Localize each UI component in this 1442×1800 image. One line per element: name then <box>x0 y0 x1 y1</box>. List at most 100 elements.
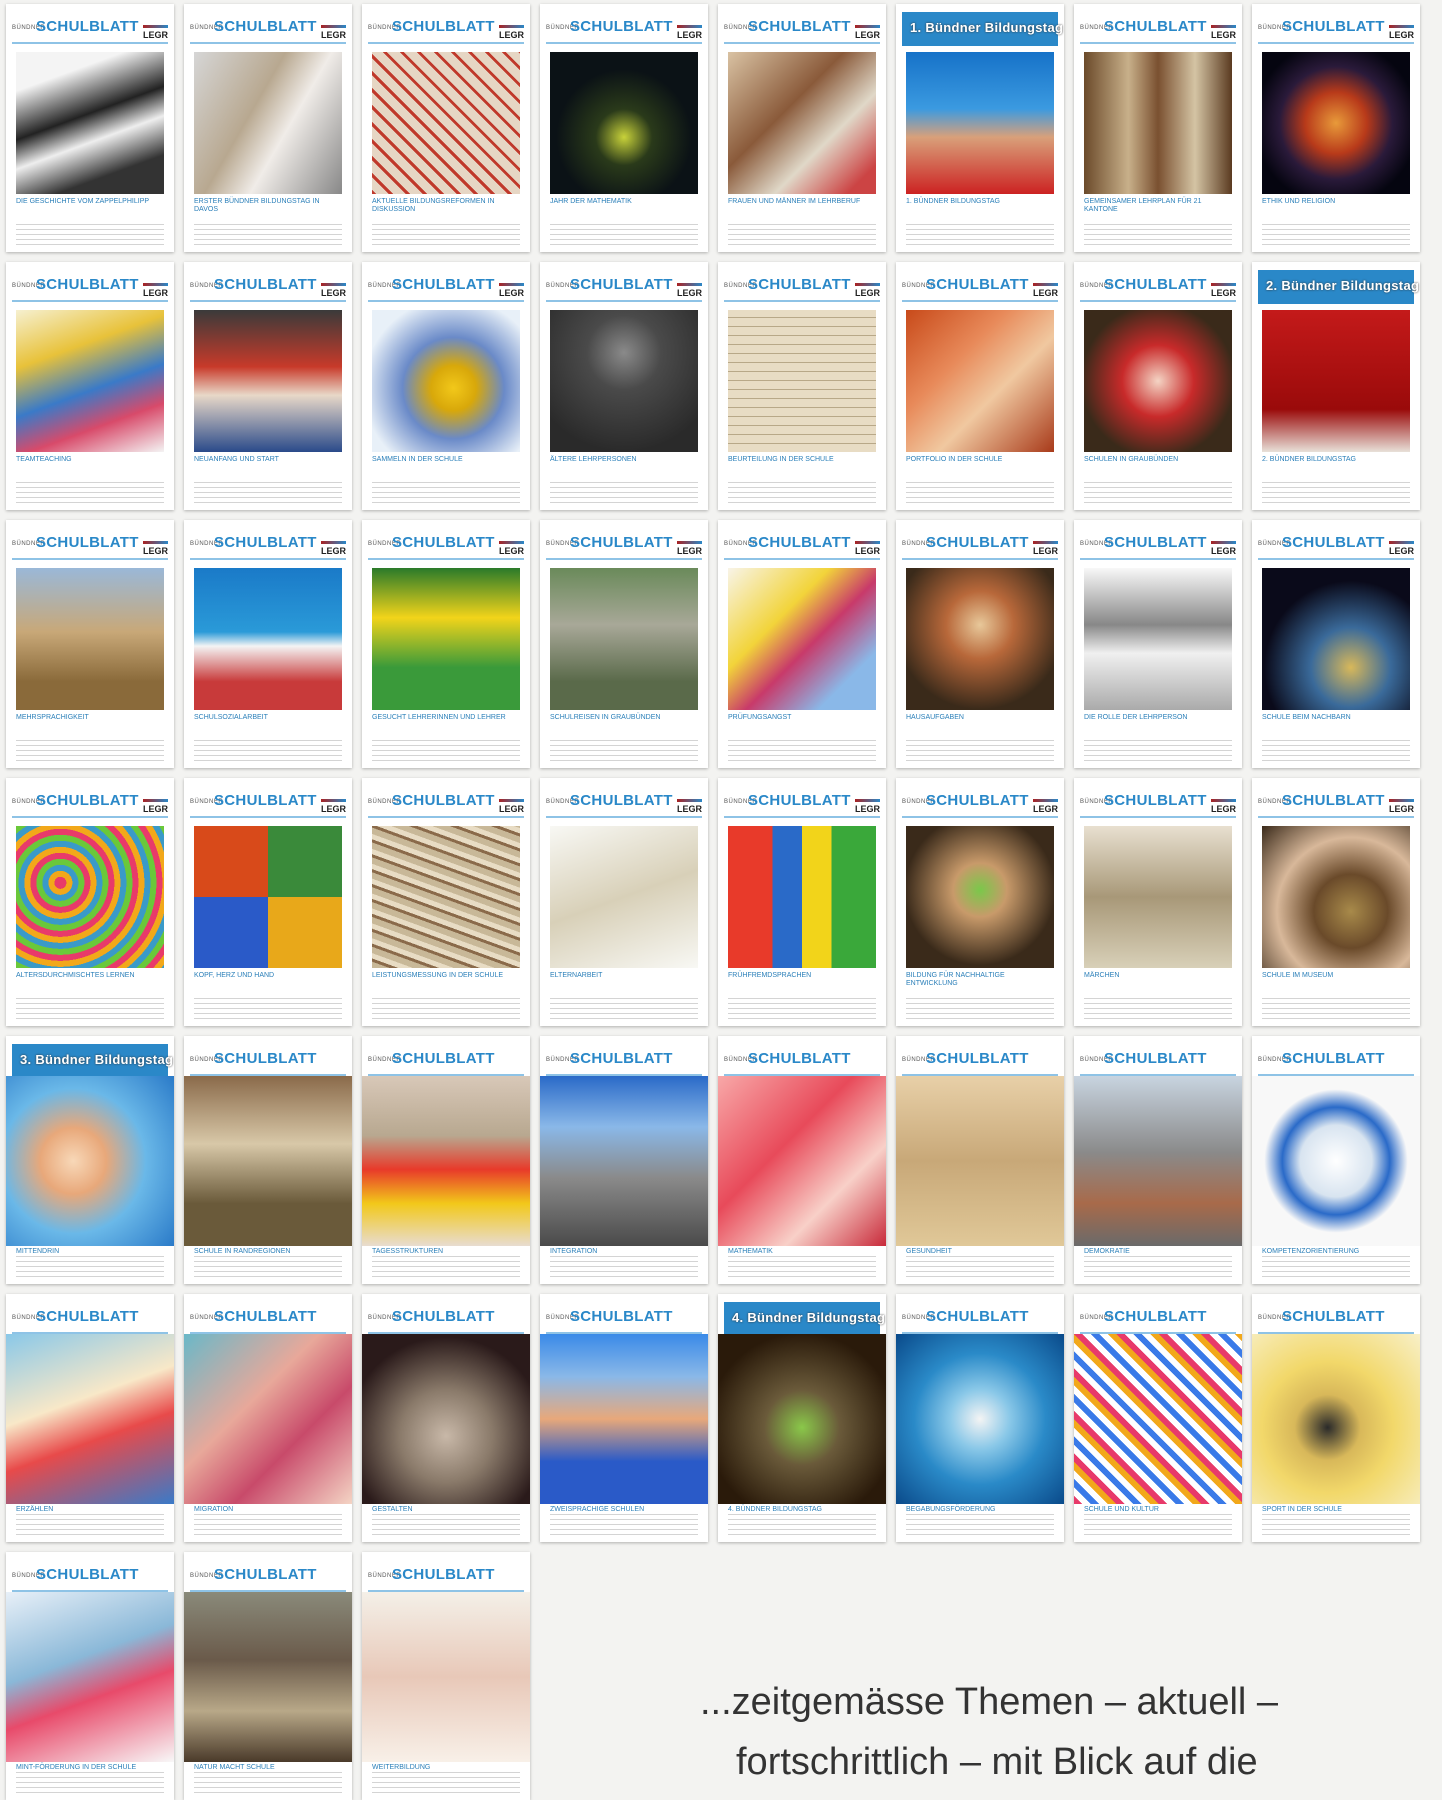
cover-title: PRÜFUNGSANGST <box>728 714 792 721</box>
magazine-cover: BÜNDNER SCHULBLATT INTEGRATION <box>540 1036 708 1284</box>
magazine-cover: BÜNDNER SCHULBLATT LEGR JAHR DER MATHEMATIK <box>540 4 708 252</box>
cover-image <box>1262 52 1410 194</box>
masthead: BÜNDNER SCHULBLATT <box>902 1302 1058 1336</box>
cover-image <box>372 826 520 968</box>
legr-logo: LEGR <box>676 541 703 556</box>
magazine-cover: BÜNDNER SCHULBLATT WEITERBILDUNG <box>362 1552 530 1800</box>
masthead-rule <box>12 816 168 818</box>
cover-title: AKTUELLE BILDUNGSREFORMEN IN DISKUSSION <box>372 198 495 213</box>
masthead-rule <box>12 300 168 302</box>
cover-contents-lines <box>906 738 1054 762</box>
cover-title: SAMMELN IN DER SCHULE <box>372 456 463 463</box>
masthead: BÜNDNER SCHULBLATT LEGR <box>546 12 703 46</box>
magazine-cover: 3. Bündner Bildungstag MITTENDRIN <box>6 1036 174 1284</box>
cover-image <box>1262 826 1410 968</box>
cover-contents-lines <box>550 996 698 1020</box>
cover-contents-lines <box>1084 1254 1232 1278</box>
cover-contents-lines <box>194 996 342 1020</box>
magazine-cover: BÜNDNER SCHULBLATT MATHEMATIK <box>718 1036 886 1284</box>
cover-title: ERSTER BÜNDNER BILDUNGSTAG IN DAVOS <box>194 198 320 213</box>
cover-contents-lines <box>550 222 698 246</box>
magazine-cover: BÜNDNER SCHULBLATT LEGR NEUANFANG UND START <box>184 262 352 510</box>
masthead-title: SCHULBLATT <box>926 1308 1029 1325</box>
legr-logo: LEGR <box>1210 25 1237 40</box>
cover-contents-lines <box>906 1254 1054 1278</box>
masthead-title: SCHULBLATT <box>570 792 673 809</box>
cover-contents-lines <box>194 222 342 246</box>
cover-title: GEMEINSAMER LEHRPLAN FÜR 21 KANTONE <box>1084 198 1202 213</box>
masthead: BÜNDNER SCHULBLATT LEGR <box>902 786 1059 820</box>
masthead-rule <box>902 816 1058 818</box>
magazine-cover: BÜNDNER SCHULBLATT LEGR SCHULE BEIM NACHBAR… <box>1252 520 1420 768</box>
masthead: BÜNDNER SCHULBLATT <box>902 1044 1058 1078</box>
cover-image <box>16 310 164 452</box>
cover-contents-lines <box>550 1254 698 1278</box>
masthead-title: SCHULBLATT <box>570 1050 673 1067</box>
legr-logo: LEGR <box>142 25 169 40</box>
legr-logo: LEGR <box>854 799 881 814</box>
magazine-cover: BÜNDNER SCHULBLATT LEGR SCHULE IM MUSEUM <box>1252 778 1420 1026</box>
cover-contents-lines <box>1262 1512 1410 1536</box>
masthead: BÜNDNER SCHULBLATT LEGR <box>1080 786 1237 820</box>
masthead: 1. Bündner Bildungstag <box>902 12 1063 46</box>
cover-image <box>184 1334 352 1504</box>
masthead-rule <box>190 42 346 44</box>
masthead: BÜNDNER SCHULBLATT LEGR <box>546 528 703 562</box>
masthead: BÜNDNER SCHULBLATT LEGR <box>12 270 169 304</box>
cover-contents-lines <box>1084 996 1232 1020</box>
masthead-title: SCHULBLATT <box>1104 1308 1207 1325</box>
legr-logo: LEGR <box>854 283 881 298</box>
masthead-rule <box>368 42 524 44</box>
masthead: BÜNDNER SCHULBLATT LEGR <box>724 528 881 562</box>
masthead: BÜNDNER SCHULBLATT LEGR <box>1258 12 1415 46</box>
cover-image <box>1084 310 1232 452</box>
legr-logo: LEGR <box>320 541 347 556</box>
cover-image <box>372 52 520 194</box>
cover-title: 1. BÜNDNER BILDUNGSTAG <box>906 198 1000 205</box>
masthead: 4. Bündner Bildungstag <box>724 1302 885 1336</box>
masthead: BÜNDNER SCHULBLATT LEGR <box>546 270 703 304</box>
masthead-title: SCHULBLATT <box>748 534 851 551</box>
cover-image <box>906 52 1054 194</box>
cover-title: LEISTUNGSMESSUNG IN DER SCHULE <box>372 972 504 979</box>
cover-title: SCHULREISEN IN GRAUBÜNDEN <box>550 714 661 721</box>
cover-contents-lines <box>194 480 342 504</box>
masthead: BÜNDNER SCHULBLATT LEGR <box>12 528 169 562</box>
masthead: BÜNDNER SCHULBLATT LEGR <box>190 786 347 820</box>
cover-contents-lines <box>906 1512 1054 1536</box>
cover-image <box>550 568 698 710</box>
cover-image <box>1084 52 1232 194</box>
masthead: BÜNDNER SCHULBLATT LEGR <box>724 270 881 304</box>
masthead-rule <box>1258 558 1414 560</box>
magazine-cover: 1. Bündner Bildungstag 1. BÜNDNER BILDUNG… <box>896 4 1064 252</box>
masthead-title: SCHULBLATT <box>392 1308 495 1325</box>
magazine-cover: BÜNDNER SCHULBLATT LEGR BILDUNG FÜR NACHHAL… <box>896 778 1064 1026</box>
cover-contents-lines <box>16 1770 164 1794</box>
magazine-cover: BÜNDNER SCHULBLATT LEGR SCHULEN IN GRAUBÜND… <box>1074 262 1242 510</box>
magazine-cover: BÜNDNER SCHULBLATT LEGR DIE ROLLE DER LEHRP… <box>1074 520 1242 768</box>
cover-image <box>718 1334 886 1504</box>
cover-contents-lines <box>16 480 164 504</box>
magazine-cover: BÜNDNER SCHULBLATT LEGR ETHIK UND RELIGION <box>1252 4 1420 252</box>
masthead-rule <box>546 300 702 302</box>
legr-logo: LEGR <box>1032 799 1059 814</box>
magazine-cover: BÜNDNER SCHULBLATT BEGABUNGSFÖRDERUNG <box>896 1294 1064 1542</box>
cover-title: JAHR DER MATHEMATIK <box>550 198 632 205</box>
cover-contents-lines <box>1262 1254 1410 1278</box>
cover-contents-lines <box>194 1512 342 1536</box>
cover-title: ALTERSDURCHMISCHTES LERNEN <box>16 972 135 979</box>
cover-image <box>16 826 164 968</box>
cover-image <box>6 1334 174 1504</box>
magazine-cover: BÜNDNER SCHULBLATT LEGR ERSTER BÜNDNER BILD… <box>184 4 352 252</box>
cover-image <box>194 52 342 194</box>
legr-logo: LEGR <box>498 283 525 298</box>
masthead: BÜNDNER SCHULBLATT LEGR <box>546 786 703 820</box>
masthead-rule <box>190 816 346 818</box>
bildungstag-label: 3. Bündner Bildungstag <box>20 1052 174 1067</box>
masthead-title: SCHULBLATT <box>392 1050 495 1067</box>
masthead-rule <box>546 42 702 44</box>
cover-title: MÄRCHEN <box>1084 972 1120 979</box>
magazine-cover: BÜNDNER SCHULBLATT ZWEISPRACHIGE SCHULEN <box>540 1294 708 1542</box>
masthead: BÜNDNER SCHULBLATT <box>12 1560 168 1594</box>
magazine-cover: 4. Bündner Bildungstag 4. BÜNDNER BILDUNG… <box>718 1294 886 1542</box>
